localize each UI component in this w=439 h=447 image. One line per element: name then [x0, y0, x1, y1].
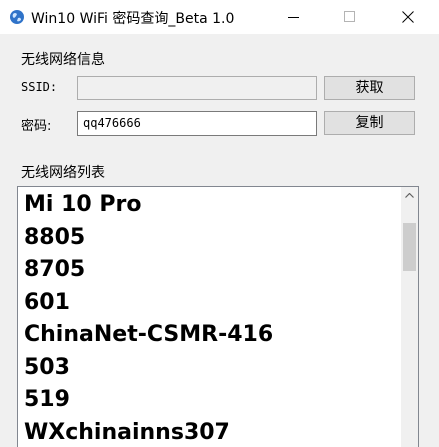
network-list-item[interactable]: 601	[24, 287, 273, 320]
network-list-item[interactable]: 519	[24, 384, 273, 417]
network-list-item[interactable]: 503	[24, 352, 273, 385]
network-list-item[interactable]: Mi 10 Pro	[24, 189, 273, 222]
scroll-thumb[interactable]	[403, 223, 416, 271]
maximize-button[interactable]	[327, 0, 373, 34]
network-listbox[interactable]: Mi 10 Pro 8805 8705 601 ChinaNet-CSMR-41…	[17, 186, 419, 447]
minimize-button[interactable]	[271, 0, 317, 34]
ssid-label: SSID:	[21, 80, 58, 94]
window-title: Win10 WiFi 密码查询_Beta 1.0	[31, 11, 235, 27]
vertical-scrollbar[interactable]	[401, 187, 418, 447]
ssid-field[interactable]	[77, 76, 317, 100]
password-label: 密码:	[21, 119, 52, 134]
network-list-item[interactable]: 8705	[24, 254, 273, 287]
title-bar[interactable]: Win10 WiFi 密码查询_Beta 1.0	[0, 0, 439, 34]
info-group-title: 无线网络信息	[21, 52, 105, 68]
copy-button[interactable]: 复制	[324, 111, 415, 135]
scroll-up-button[interactable]	[401, 187, 418, 204]
network-list-item[interactable]: 8805	[24, 222, 273, 255]
network-list: Mi 10 Pro 8805 8705 601 ChinaNet-CSMR-41…	[24, 189, 273, 447]
close-button[interactable]	[385, 0, 431, 34]
minimize-icon	[288, 17, 299, 18]
app-window: Win10 WiFi 密码查询_Beta 1.0 无线网络信息 SSID: 获取…	[0, 0, 439, 447]
network-list-item[interactable]: WXchinainns307	[24, 417, 273, 447]
close-icon	[402, 11, 414, 23]
chevron-up-icon	[405, 193, 414, 198]
get-button[interactable]: 获取	[324, 76, 415, 100]
list-group-title: 无线网络列表	[21, 165, 105, 181]
maximize-icon	[344, 11, 355, 22]
password-field[interactable]: qq476666	[77, 111, 317, 136]
app-globe-icon	[9, 9, 25, 25]
network-list-item[interactable]: ChinaNet-CSMR-416	[24, 319, 273, 352]
